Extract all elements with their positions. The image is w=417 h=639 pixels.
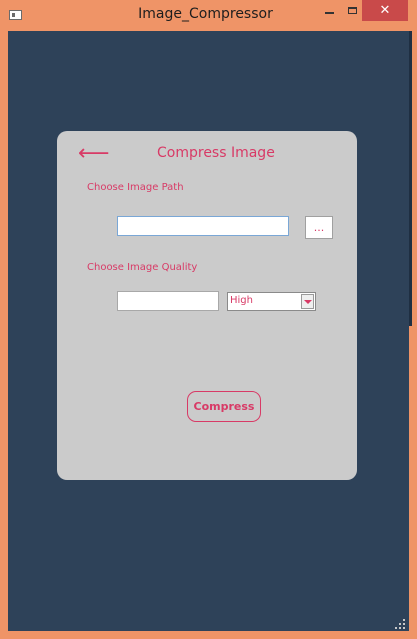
image-quality-label: Choose Image Quality [87,262,198,273]
compress-button[interactable]: Compress [187,391,261,422]
close-button[interactable]: ✕ [362,0,408,21]
maximize-icon [347,7,357,14]
quality-dropdown[interactable]: High [227,292,316,311]
browse-button[interactable]: ... [305,216,333,239]
maximize-button[interactable] [342,0,362,21]
image-path-label: Choose Image Path [87,182,184,193]
quality-input[interactable] [117,291,219,311]
client-edge [409,31,412,326]
page-title: Compress Image [157,145,275,161]
chevron-down-icon[interactable] [301,294,314,309]
title-bar[interactable]: Image_Compressor ✕ [0,0,417,31]
image-path-input[interactable] [117,216,289,236]
quality-selected-value: High [230,295,253,306]
minimize-button[interactable] [316,0,342,21]
app-window: Image_Compressor ✕ ⟵ Compress Image Choo… [0,0,417,639]
back-arrow-icon[interactable]: ⟵ [78,141,110,167]
resize-grip-icon[interactable] [395,619,405,629]
close-icon: ✕ [379,3,391,18]
minimize-icon [324,11,334,14]
